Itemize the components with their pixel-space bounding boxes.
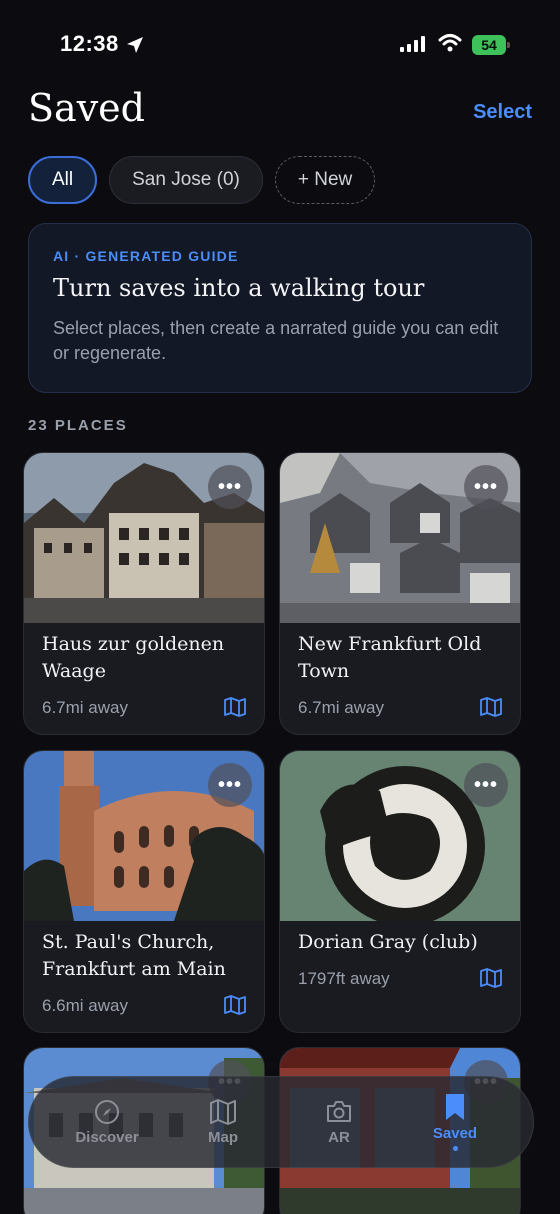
ai-guide-description: Select places, then create a narrated gu… [53, 318, 499, 363]
map-icon[interactable] [224, 995, 246, 1015]
map-icon [210, 1098, 236, 1125]
place-name: New Frankfurt Old Town [298, 633, 482, 682]
places-count-label: 23 PLACES [28, 417, 128, 434]
map-icon[interactable] [224, 697, 246, 717]
map-icon[interactable] [480, 968, 502, 988]
tab-saved-label: Saved [432, 1125, 478, 1142]
active-tab-indicator [452, 1146, 458, 1151]
place-name: Dorian Gray (club) [298, 931, 478, 953]
place-distance: 1797ft away [298, 969, 390, 988]
ai-guide-eyebrow: AI · GENERATED GUIDE [53, 248, 239, 264]
battery-icon: 54 [472, 35, 510, 55]
collection-filter-chips: All San Jose (0) + New [28, 156, 376, 204]
tab-saved[interactable]: Saved [410, 1093, 500, 1151]
bottom-tab-bar: Discover Map AR Saved [28, 1076, 534, 1168]
bookmark-icon [446, 1094, 464, 1120]
chip-new-collection[interactable]: + New [274, 156, 376, 204]
cellular-signal-icon [400, 36, 425, 52]
ai-guide-card[interactable]: AI · GENERATED GUIDE Turn saves into a w… [28, 223, 532, 393]
compass-icon [95, 1099, 119, 1124]
chip-all[interactable]: All [28, 156, 98, 204]
map-icon[interactable] [480, 697, 502, 717]
tab-discover-label: Discover [75, 1128, 139, 1146]
tab-ar-label: AR [328, 1128, 350, 1146]
camera-icon [327, 1100, 351, 1122]
place-distance: 6.7mi away [42, 698, 128, 717]
more-options-button[interactable]: ••• [464, 763, 508, 807]
battery-level: 54 [472, 35, 506, 55]
place-card-dorian-gray-club[interactable]: ••• Dorian Gray (club) 1797ft away [279, 750, 521, 1033]
more-options-button[interactable]: ••• [464, 465, 508, 509]
ai-guide-title: Turn saves into a walking tour [53, 274, 425, 302]
place-distance: 6.6mi away [42, 996, 128, 1015]
tab-map-label: Map [208, 1128, 238, 1146]
place-card-new-frankfurt-old-town[interactable]: ••• New Frankfurt Old Town 6.7mi away [279, 452, 521, 735]
place-card-st-pauls-church[interactable]: ••• St. Paul's Church, Frankfurt am Main… [23, 750, 265, 1033]
place-name: Haus zur goldenen Waage [42, 633, 225, 682]
status-time: 12:38 [60, 31, 119, 56]
tab-ar[interactable]: AR [294, 1099, 384, 1146]
chip-san-jose[interactable]: San Jose (0) [109, 156, 263, 204]
place-distance: 6.7mi away [298, 698, 384, 717]
tab-map[interactable]: Map [178, 1098, 268, 1146]
page-title: Saved [28, 86, 145, 130]
select-button[interactable]: Select [473, 101, 532, 124]
more-options-button[interactable]: ••• [208, 465, 252, 509]
place-name: St. Paul's Church, Frankfurt am Main [42, 931, 226, 980]
tab-discover[interactable]: Discover [62, 1099, 152, 1146]
more-options-button[interactable]: ••• [208, 763, 252, 807]
wifi-icon [438, 34, 462, 52]
place-card-haus-zur-goldenen-waage[interactable]: ••• Haus zur goldenen Waage 6.7mi away [23, 452, 265, 735]
status-bar: 12:38 54 [0, 0, 560, 90]
location-arrow-icon [127, 37, 143, 53]
